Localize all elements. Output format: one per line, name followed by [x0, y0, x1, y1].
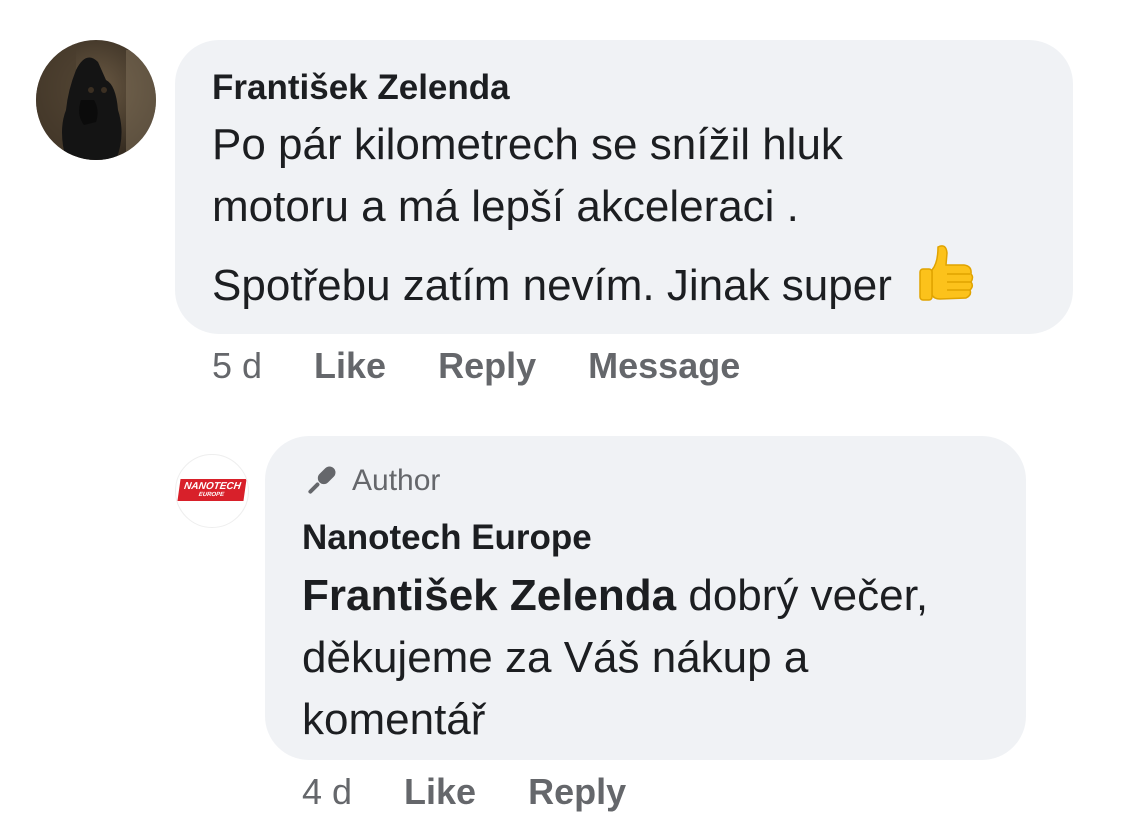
comment-timestamp[interactable]: 5 d: [212, 345, 262, 387]
logo-line1: NANOTECH: [183, 481, 242, 492]
logo-line2: EUROPE: [198, 492, 225, 498]
comment-line: motoru a má lepší akceleraci .: [212, 182, 799, 231]
comment-author-name[interactable]: František Zelenda: [212, 68, 510, 108]
comment-actions: 5 d Like Reply Message: [212, 345, 740, 387]
commenter-avatar[interactable]: [36, 40, 156, 160]
reply-actions: 4 d Like Reply: [302, 771, 626, 813]
comment-text: Po pár kilometrech se snížil hluk motoru…: [212, 114, 1062, 238]
reply-button[interactable]: Reply: [438, 345, 536, 387]
reply-button[interactable]: Reply: [528, 771, 626, 813]
comment-line: Po pár kilometrech se snížil hluk: [212, 120, 843, 169]
reply-text: František Zelenda dobrý večer, děkujeme …: [302, 565, 1002, 751]
dog-avatar: [36, 40, 156, 160]
like-button[interactable]: Like: [314, 345, 386, 387]
reply-line: komentář: [302, 695, 486, 744]
reply-line: děkujeme za Váš nákup a: [302, 633, 809, 682]
mention-link[interactable]: František Zelenda: [302, 571, 676, 620]
author-badge-label: Author: [352, 464, 441, 497]
author-badge: Author: [302, 462, 440, 500]
nanotech-logo: NANOTECH EUROPE: [177, 479, 247, 501]
microphone-icon: [308, 466, 336, 494]
page-avatar[interactable]: NANOTECH EUROPE: [175, 454, 249, 528]
comment-second-paragraph: Spotřebu zatím nevím. Jinak super: [212, 245, 1062, 328]
reply-timestamp[interactable]: 4 d: [302, 771, 352, 813]
reply-line: dobrý večer,: [676, 571, 929, 620]
message-button[interactable]: Message: [588, 345, 740, 387]
like-button[interactable]: Like: [404, 771, 476, 813]
comment-line: Spotřebu zatím nevím. Jinak super: [212, 261, 892, 311]
reply-author-name[interactable]: Nanotech Europe: [302, 518, 592, 558]
thumbs-up-emoji-icon: [916, 243, 976, 322]
